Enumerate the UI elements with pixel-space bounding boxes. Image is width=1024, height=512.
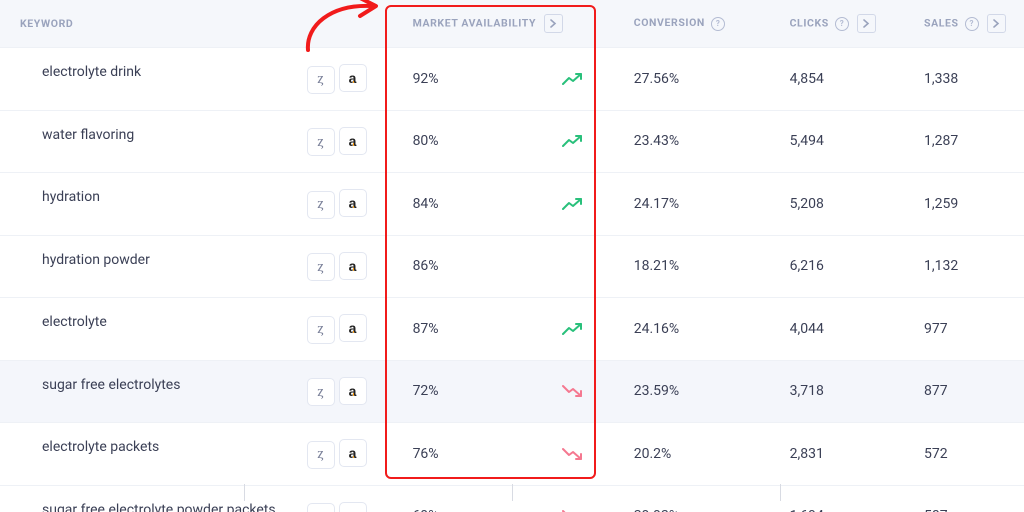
trend-up-icon — [562, 134, 582, 148]
market-availability-value: 84% — [413, 196, 439, 212]
col-keyword[interactable]: KEYWORD — [0, 0, 385, 48]
trend-none-icon — [562, 259, 582, 273]
clicks-value: 2,831 — [790, 446, 824, 462]
vendor-jr-icon[interactable]: ȥ — [307, 191, 335, 219]
clicks-value: 5,208 — [790, 196, 824, 212]
keyword-text: electrolyte packets — [42, 439, 159, 455]
market-availability-value: 87% — [413, 321, 439, 337]
col-sales-label: SALES — [924, 16, 959, 29]
footer-tick-marks — [0, 484, 1024, 506]
table-row[interactable]: water flavoring ȥa 80% 23.43% 5,494 1,287 — [0, 110, 1024, 173]
vendor-amazon-icon[interactable]: a — [339, 314, 367, 342]
keyword-text: electrolyte — [42, 314, 107, 330]
info-icon[interactable]: ? — [711, 17, 725, 31]
table-row[interactable]: electrolyte ȥa 87% 24.16% 4,044 977 — [0, 298, 1024, 361]
sales-value: 1,338 — [924, 71, 958, 87]
info-icon[interactable]: ? — [835, 17, 849, 31]
conversion-value: 27.56% — [634, 71, 679, 87]
col-keyword-label: KEYWORD — [20, 17, 73, 30]
conversion-value: 23.43% — [634, 133, 679, 149]
sales-value: 977 — [924, 321, 948, 337]
col-sales[interactable]: SALES ? — [924, 0, 1024, 48]
table-row[interactable]: sugar free electrolytes ȥa 72% 23.59% 3,718 8… — [0, 360, 1024, 423]
col-conversion[interactable]: CONVERSION ? — [612, 0, 782, 48]
sales-value: 1,287 — [924, 133, 958, 149]
vendor-jr-icon[interactable]: ȥ — [307, 253, 335, 281]
conversion-value: 23.59% — [634, 383, 679, 399]
vendor-amazon-icon[interactable]: a — [339, 127, 367, 155]
col-market-availability-label: MARKET AVAILABILITY — [413, 16, 537, 29]
table-row[interactable]: electrolyte drink ȥa 92% 27.56% 4,854 1,338 — [0, 48, 1024, 111]
clicks-value: 5,494 — [790, 133, 824, 149]
vendor-amazon-icon[interactable]: a — [339, 252, 367, 280]
vendor-amazon-icon[interactable]: a — [339, 377, 367, 405]
chevron-right-icon[interactable] — [987, 14, 1006, 33]
vendor-jr-icon[interactable]: ȥ — [307, 316, 335, 344]
sales-value: 507 — [924, 508, 948, 512]
sales-value: 1,132 — [924, 258, 958, 274]
sales-value: 877 — [924, 383, 948, 399]
vendor-jr-icon[interactable]: ȥ — [307, 66, 335, 94]
table-row[interactable]: hydration powder ȥa 86% 18.21% 6,216 1,132 — [0, 235, 1024, 298]
table-row[interactable]: hydration ȥa 84% 24.17% 5,208 1,259 — [0, 173, 1024, 236]
keyword-text: water flavoring — [42, 127, 134, 143]
clicks-value: 4,854 — [790, 71, 824, 87]
keyword-text: hydration — [42, 189, 100, 205]
keyword-text: hydration powder — [42, 252, 150, 268]
sales-value: 1,259 — [924, 196, 958, 212]
vendor-jr-icon[interactable]: ȥ — [307, 378, 335, 406]
col-clicks[interactable]: CLICKS ? — [782, 0, 924, 48]
trend-down-icon — [562, 447, 582, 461]
clicks-value: 3,718 — [790, 383, 824, 399]
conversion-value: 24.17% — [634, 196, 679, 212]
keyword-text: electrolyte drink — [42, 64, 141, 80]
trend-down-icon — [562, 384, 582, 398]
col-clicks-label: CLICKS — [790, 16, 829, 29]
clicks-value: 1,694 — [790, 508, 824, 512]
market-availability-value: 86% — [413, 258, 439, 274]
col-conversion-label: CONVERSION — [634, 16, 705, 29]
col-market-availability[interactable]: MARKET AVAILABILITY — [385, 0, 612, 48]
vendor-jr-icon[interactable]: ȥ — [307, 441, 335, 469]
clicks-value: 6,216 — [790, 258, 824, 274]
market-availability-value: 92% — [413, 71, 439, 87]
market-availability-value: 69% — [413, 508, 439, 512]
chevron-right-icon[interactable] — [857, 14, 876, 33]
market-availability-value: 76% — [413, 446, 439, 462]
clicks-value: 4,044 — [790, 321, 824, 337]
trend-up-icon — [562, 197, 582, 211]
table-row[interactable]: electrolyte packets ȥa 76% 20.2% 2,831 572 — [0, 423, 1024, 486]
conversion-value: 29.93% — [634, 508, 679, 512]
market-availability-value: 72% — [413, 383, 439, 399]
sales-value: 572 — [924, 446, 948, 462]
vendor-jr-icon[interactable]: ȥ — [307, 128, 335, 156]
conversion-value: 24.16% — [634, 321, 679, 337]
vendor-amazon-icon[interactable]: a — [339, 64, 367, 92]
keyword-text: sugar free electrolytes — [42, 377, 180, 393]
vendor-amazon-icon[interactable]: a — [339, 439, 367, 467]
vendor-amazon-icon[interactable]: a — [339, 189, 367, 217]
info-icon[interactable]: ? — [965, 17, 979, 31]
market-availability-value: 80% — [413, 133, 439, 149]
conversion-value: 20.2% — [634, 446, 672, 462]
trend-up-icon — [562, 72, 582, 86]
conversion-value: 18.21% — [634, 258, 679, 274]
table-header-row: KEYWORD MARKET AVAILABILITY CONVERSION ?… — [0, 0, 1024, 48]
trend-up-icon — [562, 322, 582, 336]
chevron-right-icon[interactable] — [544, 14, 563, 33]
keyword-metrics-table: KEYWORD MARKET AVAILABILITY CONVERSION ?… — [0, 0, 1024, 512]
